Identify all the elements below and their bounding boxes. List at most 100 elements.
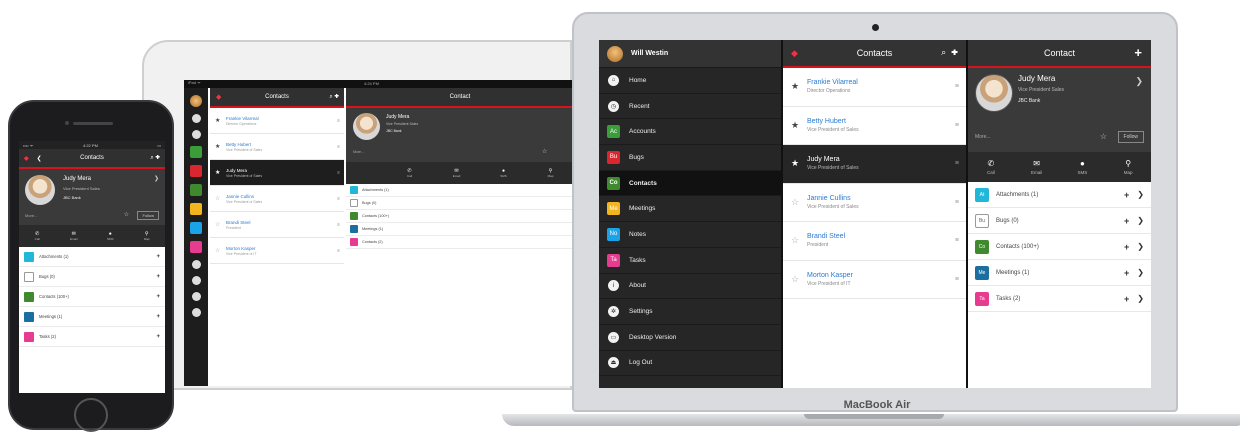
sms-button[interactable]: ● SMS xyxy=(1060,152,1106,182)
accounts-icon[interactable] xyxy=(190,146,202,158)
star-outline-icon[interactable]: ☆ xyxy=(791,235,807,246)
monitor-icon[interactable] xyxy=(191,292,201,301)
related-row[interactable]: Bugs (0) + xyxy=(19,267,165,287)
menu-item-settings[interactable]: ✲ Settings xyxy=(599,299,781,325)
related-row[interactable]: Contacts (100+) + xyxy=(19,287,165,307)
menu-item-tasks[interactable]: Ta Tasks xyxy=(599,248,781,274)
clock-icon[interactable] xyxy=(191,130,201,139)
list-item-selected[interactable]: ★ Judy Mera Vice President of Sales ≡ xyxy=(783,145,966,184)
menu-item-meetings[interactable]: Me Meetings xyxy=(599,196,781,223)
related-row[interactable]: Contacts (2) xyxy=(346,236,574,249)
user-avatar[interactable] xyxy=(190,95,202,107)
menu-icon[interactable]: ≡ xyxy=(955,237,959,244)
add-icon[interactable]: + xyxy=(1134,45,1142,60)
add-icon[interactable]: + xyxy=(1124,242,1129,252)
home-icon[interactable] xyxy=(191,114,201,123)
back-button[interactable]: ◆ ❮ xyxy=(24,155,42,162)
follow-button[interactable]: Follow xyxy=(137,211,159,220)
add-icon[interactable]: + xyxy=(156,294,160,300)
menu-item-recent[interactable]: ◷ Recent xyxy=(599,94,781,120)
menu-icon[interactable]: ≡ xyxy=(955,276,959,283)
star-outline-icon[interactable]: ☆ xyxy=(791,274,807,285)
menu-icon[interactable]: ≡ xyxy=(337,248,340,254)
related-row[interactable]: Meetings (1) + xyxy=(19,307,165,327)
map-button[interactable]: ⚲ Map xyxy=(129,225,166,247)
menu-icon[interactable]: ≡ xyxy=(337,118,340,124)
star-outline-icon[interactable]: ☆ xyxy=(215,221,226,228)
logout-icon[interactable] xyxy=(191,308,201,317)
search-add-icons[interactable]: ⌕ ✚ xyxy=(329,94,339,101)
notes-icon[interactable] xyxy=(190,222,202,234)
list-item[interactable]: ★ Frankie Vilarreal Director Operations ≡ xyxy=(210,108,344,134)
related-row[interactable]: Attachments (1) xyxy=(346,184,574,197)
sms-button[interactable]: ● SMS xyxy=(92,225,129,247)
menu-item-log-out[interactable]: ⏏ Log Out xyxy=(599,351,781,377)
list-item[interactable]: ★ Betty Hubert Vice President of Sales ≡ xyxy=(210,134,344,160)
list-item[interactable]: ☆ Brandi Steel President ≡ xyxy=(210,212,344,238)
menu-item-desktop-version[interactable]: ▭ Desktop Version xyxy=(599,325,781,351)
related-row[interactable]: Attachments (1) + xyxy=(19,247,165,267)
star-icon[interactable]: ★ xyxy=(791,120,807,131)
meetings-icon[interactable] xyxy=(190,203,202,215)
map-button[interactable]: ⚲ Map xyxy=(1105,152,1151,182)
star-outline-icon[interactable]: ☆ xyxy=(542,148,547,155)
list-item[interactable]: ☆ Morton Kasper Vice President of IT ≡ xyxy=(210,238,344,264)
menu-icon[interactable]: ≡ xyxy=(337,144,340,150)
call-button[interactable]: ✆ Call xyxy=(19,225,56,247)
email-button[interactable]: ✉ Email xyxy=(1014,152,1060,182)
list-item[interactable]: ☆ Brandi Steel President ≡ xyxy=(783,222,966,261)
add-icon[interactable]: + xyxy=(1124,294,1129,304)
chevron-right-icon[interactable]: ❯ xyxy=(1135,76,1143,87)
menu-item-bugs[interactable]: Bu Bugs xyxy=(599,145,781,171)
list-item[interactable]: ☆ Morton Kasper Vice President of IT ≡ xyxy=(783,261,966,299)
call-button[interactable]: ✆ Call xyxy=(968,152,1014,182)
add-icon[interactable]: + xyxy=(1124,216,1129,226)
star-icon[interactable]: ★ xyxy=(215,143,226,150)
list-item[interactable]: ★ Frankie Vilarreal Director Operations ≡ xyxy=(783,68,966,107)
star-icon[interactable]: ★ xyxy=(215,117,226,124)
chevron-right-icon[interactable]: ❯ xyxy=(1137,294,1144,303)
add-icon[interactable]: + xyxy=(156,314,160,320)
search-icon[interactable]: ⌕ xyxy=(941,47,946,57)
menu-icon[interactable]: ≡ xyxy=(337,222,340,228)
related-row-bugs[interactable]: Bu Bugs (0) + ❯ xyxy=(968,208,1151,234)
star-outline-icon[interactable]: ☆ xyxy=(791,197,807,208)
list-item[interactable]: ☆ Jannie Cullins Vice President of Sales ≡ xyxy=(210,186,344,212)
call-button[interactable]: ✆ Call xyxy=(386,162,433,184)
add-icon[interactable]: + xyxy=(1124,190,1129,200)
info-icon[interactable] xyxy=(191,260,201,269)
menu-icon[interactable]: ≡ xyxy=(955,122,959,129)
related-row-attachments[interactable]: At Attachments (1) + ❯ xyxy=(968,182,1151,208)
add-icon[interactable]: ✚ xyxy=(951,47,958,57)
email-button[interactable]: ✉ Email xyxy=(56,225,93,247)
menu-icon[interactable]: ≡ xyxy=(955,83,959,90)
email-button[interactable]: ✉ Email xyxy=(433,162,480,184)
list-item[interactable]: ★ Betty Hubert Vice President of Sales ≡ xyxy=(783,107,966,145)
sms-button[interactable]: ● SMS xyxy=(480,162,527,184)
chevron-right-icon[interactable]: ❯ xyxy=(1137,242,1144,251)
chevron-right-icon[interactable]: ❯ xyxy=(1137,216,1144,225)
chevron-right-icon[interactable]: ❯ xyxy=(1137,268,1144,277)
star-outline-icon[interactable]: ☆ xyxy=(124,211,129,218)
home-button[interactable] xyxy=(74,398,108,432)
user-header[interactable]: Will Westin xyxy=(599,40,781,68)
star-icon[interactable]: ★ xyxy=(215,169,226,176)
map-button[interactable]: ⚲ Map xyxy=(527,162,574,184)
tasks-icon[interactable] xyxy=(190,241,202,253)
related-row[interactable]: Tasks (2) + xyxy=(19,327,165,347)
star-outline-icon[interactable]: ☆ xyxy=(215,195,226,202)
menu-item-about[interactable]: i About xyxy=(599,274,781,300)
menu-icon[interactable]: ≡ xyxy=(955,160,959,167)
gear-icon[interactable] xyxy=(191,276,201,285)
list-item-selected[interactable]: ★ Judy Mera Vice President of Sales ≡ xyxy=(210,160,344,186)
add-icon[interactable]: + xyxy=(1124,268,1129,278)
star-icon[interactable]: ★ xyxy=(791,81,807,92)
related-row[interactable]: Meetings (1) xyxy=(346,223,574,236)
bugs-icon[interactable] xyxy=(190,165,202,177)
related-row-contacts[interactable]: Co Contacts (100+) + ❯ xyxy=(968,234,1151,260)
add-icon[interactable]: + xyxy=(156,274,160,280)
follow-button[interactable]: Follow xyxy=(1117,131,1144,143)
star-outline-icon[interactable]: ☆ xyxy=(1100,132,1107,141)
star-icon[interactable]: ★ xyxy=(791,158,807,169)
menu-item-home[interactable]: ⌂ Home xyxy=(599,68,781,94)
